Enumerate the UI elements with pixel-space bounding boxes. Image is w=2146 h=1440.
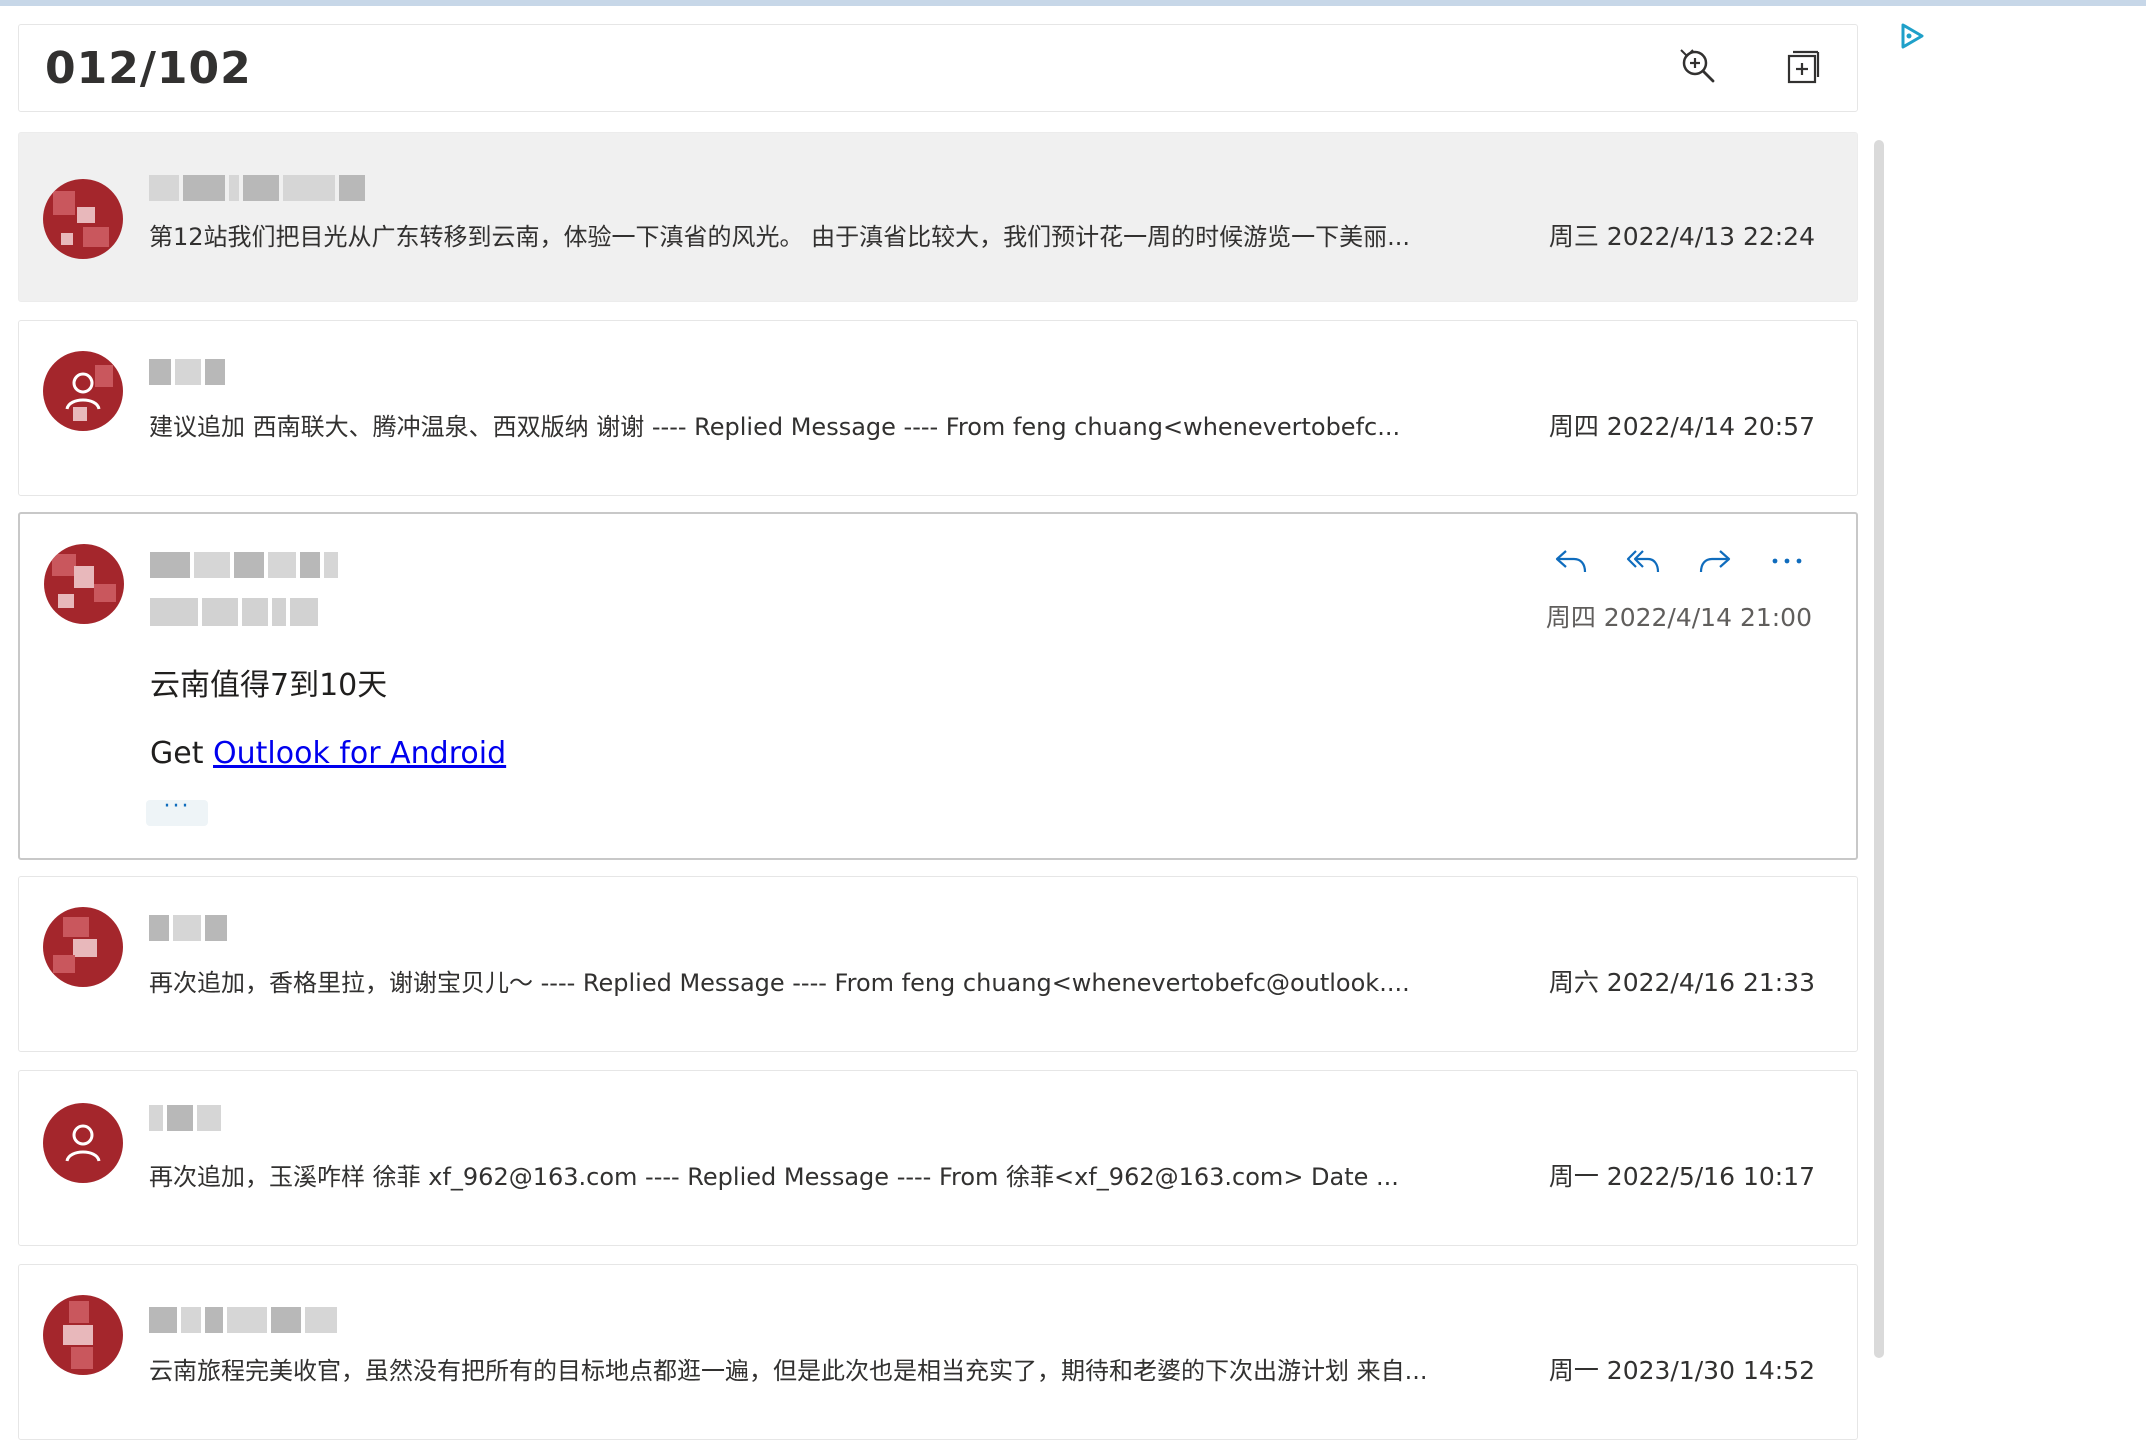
more-actions-button[interactable]: [1768, 544, 1806, 578]
message-item[interactable]: 云南旅程完美收官，虽然没有把所有的目标地点都逛一遍，但是此次也是相当充实了，期待…: [18, 1264, 1858, 1440]
message-item[interactable]: 建议追加 西南联大、腾冲温泉、西双版纳 谢谢 ---- Replied Mess…: [18, 320, 1858, 496]
message-actions: [1552, 544, 1806, 578]
message-preview: 再次追加，玉溪咋样 徐菲 xf_962@163.com ---- Replied…: [149, 1163, 1399, 1191]
sender-name-redacted: [149, 171, 365, 205]
top-strip: [0, 0, 2146, 6]
avatar: [43, 1103, 123, 1183]
reply-icon: [1555, 550, 1587, 573]
sender-name-redacted: [149, 1303, 337, 1337]
get-text: Get: [150, 736, 214, 771]
sender-name-redacted: [150, 548, 338, 582]
sender-name-redacted: [149, 355, 225, 389]
chevron-down-icon: [1680, 49, 1694, 58]
avatar: [43, 179, 123, 259]
show-quoted-text-button[interactable]: ···: [146, 796, 208, 826]
message-date: 周四 2022/4/14 20:57: [1548, 412, 1815, 441]
sender-name-redacted: [149, 1101, 221, 1135]
avatar: [43, 907, 123, 987]
thread-header: 012/102: [18, 24, 1858, 112]
message-date: 周六 2022/4/16 21:33: [1548, 968, 1815, 997]
person-icon: [65, 1124, 101, 1162]
recipient-redacted: [150, 598, 318, 626]
message-item[interactable]: 再次追加，香格里拉，谢谢宝贝儿～ ---- Replied Message --…: [18, 876, 1858, 1052]
reply-button[interactable]: [1552, 544, 1590, 578]
message-item[interactable]: 第12站我们把目光从广东转移到云南，体验一下滇省的风光。 由于滇省比较大，我们预…: [18, 132, 1858, 302]
message-item[interactable]: 再次追加，玉溪咋样 徐菲 xf_962@163.com ---- Replied…: [18, 1070, 1858, 1246]
message-preview: 云南旅程完美收官，虽然没有把所有的目标地点都逛一遍，但是此次也是相当充实了，期待…: [149, 1357, 1428, 1385]
reply-all-button[interactable]: [1624, 544, 1662, 578]
message-date: 周一 2023/1/30 14:52: [1548, 1356, 1815, 1385]
avatar: [44, 544, 124, 624]
more-icon: [1772, 558, 1802, 564]
forward-icon: [1699, 550, 1731, 573]
message-preview: 建议追加 西南联大、腾冲温泉、西双版纳 谢谢 ---- Replied Mess…: [149, 413, 1401, 441]
message-body-text: 云南值得7到10天: [150, 668, 388, 703]
outlook-android-link[interactable]: Outlook for Android: [213, 736, 506, 771]
message-preview: 再次追加，香格里拉，谢谢宝贝儿～ ---- Replied Message --…: [149, 969, 1410, 997]
forward-button[interactable]: [1696, 544, 1734, 578]
open-in-new-window-icon: [1787, 50, 1820, 84]
message-body-signature: Get Outlook for Android: [150, 736, 506, 771]
avatar: [43, 1295, 123, 1375]
message-date: 周三 2022/4/13 22:24: [1548, 222, 1815, 251]
zoom-button[interactable]: [1679, 47, 1749, 91]
message-date: 周一 2022/5/16 10:17: [1548, 1162, 1815, 1191]
sender-name-redacted: [149, 911, 227, 945]
avatar: [43, 351, 123, 431]
scrollbar-thumb[interactable]: [1874, 140, 1884, 1358]
message-date: 周四 2022/4/14 21:00: [1545, 603, 1812, 632]
expanded-message: 周四 2022/4/14 21:00 云南值得7到10天 Get Outlook…: [18, 512, 1858, 860]
thread-title: 012/102: [45, 43, 252, 94]
open-in-window-button[interactable]: [1785, 49, 1825, 89]
message-preview: 第12站我们把目光从广东转移到云南，体验一下滇省的风光。 由于滇省比较大，我们预…: [149, 223, 1411, 251]
reply-all-icon: [1626, 550, 1660, 573]
ad-choices-icon[interactable]: [1898, 22, 1926, 50]
